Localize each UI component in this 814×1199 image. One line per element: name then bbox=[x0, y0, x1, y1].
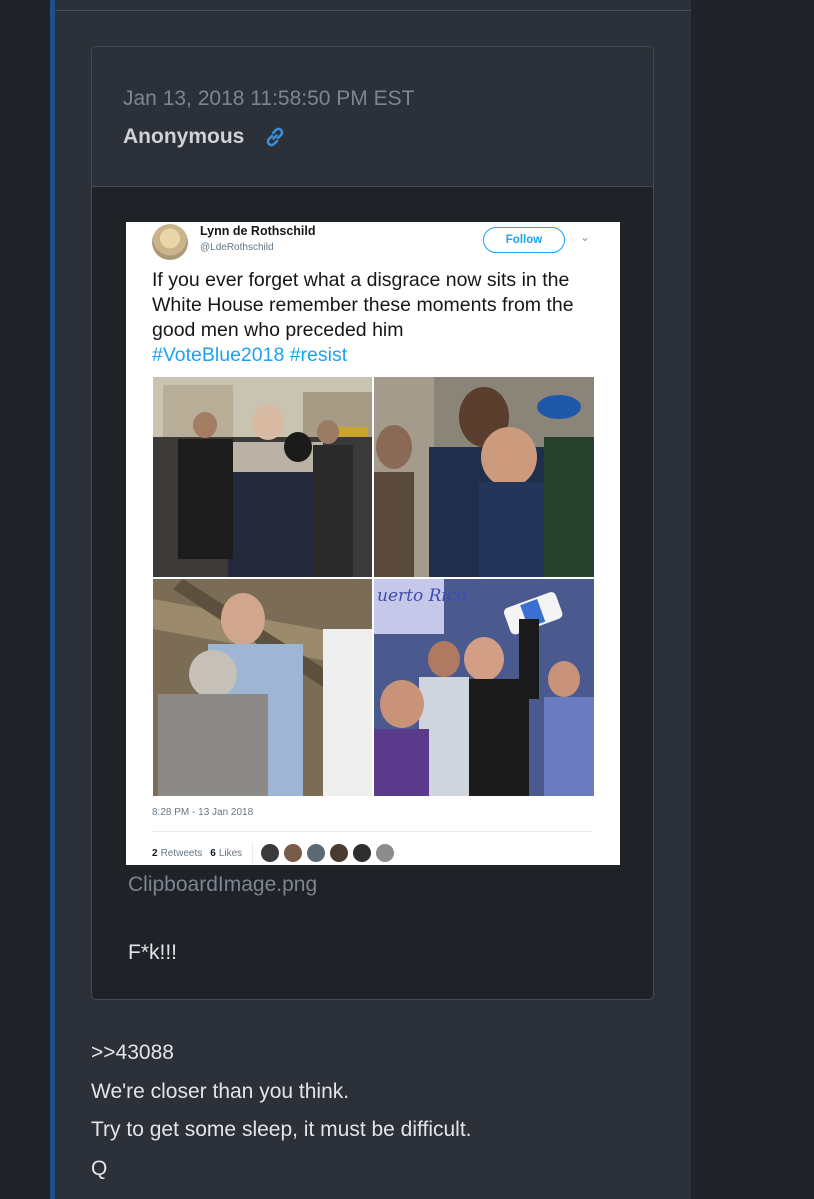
tweet-author-name: Lynn de Rothschild bbox=[200, 224, 316, 238]
banner-text: uerto Rico bbox=[377, 586, 467, 606]
author-row: Anonymous bbox=[123, 124, 288, 150]
quoted-post-message: F*k!!! bbox=[128, 941, 178, 964]
tweet-avatar bbox=[152, 224, 188, 260]
chevron-down-icon: ⌄ bbox=[580, 230, 591, 244]
reply-line: We're closer than you think. bbox=[91, 1079, 350, 1103]
author-name: Anonymous bbox=[123, 125, 245, 148]
avatar bbox=[330, 844, 349, 862]
reply-body: >>43088 We're closer than you think. Try… bbox=[91, 1034, 651, 1188]
quoted-post-header: Jan 13, 2018 11:58:50 PM EST Anonymous bbox=[92, 47, 653, 187]
tweet-timestamp: 8:28 PM - 13 Jan 2018 bbox=[152, 807, 254, 818]
liker-avatars bbox=[261, 844, 399, 862]
photo-bottom-right: uerto Rico bbox=[374, 579, 594, 796]
retweets-label: Retweets bbox=[160, 847, 203, 859]
photo-top-right bbox=[374, 377, 594, 577]
tweet-author-handle: @LdeRothschild bbox=[200, 242, 274, 253]
divider bbox=[55, 10, 691, 11]
tweet-hashtags: #VoteBlue2018 #resist bbox=[152, 344, 348, 366]
right-gutter bbox=[691, 0, 814, 1199]
photo-bottom-left bbox=[153, 579, 372, 796]
link-icon[interactable] bbox=[262, 124, 288, 150]
attached-tweet-screenshot[interactable]: Lynn de Rothschild @LdeRothschild Follow… bbox=[126, 222, 620, 865]
reply-line: Try to get some sleep, it must be diffic… bbox=[91, 1118, 472, 1141]
avatar bbox=[307, 844, 326, 862]
photo-top-left bbox=[153, 377, 372, 577]
avatar bbox=[261, 844, 280, 862]
follow-button: Follow bbox=[483, 227, 565, 253]
divider bbox=[152, 831, 592, 832]
tweet-text: If you ever forget what a disgrace now s… bbox=[152, 268, 602, 368]
tweet-stats: 2 Retweets 6 Likes bbox=[152, 842, 399, 864]
reply-signature: Q bbox=[91, 1156, 108, 1180]
avatar bbox=[284, 844, 303, 862]
avatar bbox=[353, 844, 372, 862]
attachment-filename[interactable]: ClipboardImage.png bbox=[128, 873, 317, 897]
post-timestamp: Jan 13, 2018 11:58:50 PM EST bbox=[123, 87, 415, 110]
retweets-count: 2 bbox=[152, 847, 158, 859]
divider bbox=[252, 842, 254, 864]
quoted-post-card: Jan 13, 2018 11:58:50 PM EST Anonymous L… bbox=[91, 46, 654, 1000]
photo-collage: uerto Rico bbox=[153, 377, 594, 796]
left-gutter bbox=[0, 0, 50, 1199]
likes-label: Likes bbox=[218, 847, 243, 859]
avatar bbox=[376, 844, 395, 862]
tweet-body: If you ever forget what a disgrace now s… bbox=[152, 269, 574, 341]
likes-count: 6 bbox=[210, 847, 216, 859]
quote-reference-link[interactable]: >>43088 bbox=[91, 1034, 651, 1073]
